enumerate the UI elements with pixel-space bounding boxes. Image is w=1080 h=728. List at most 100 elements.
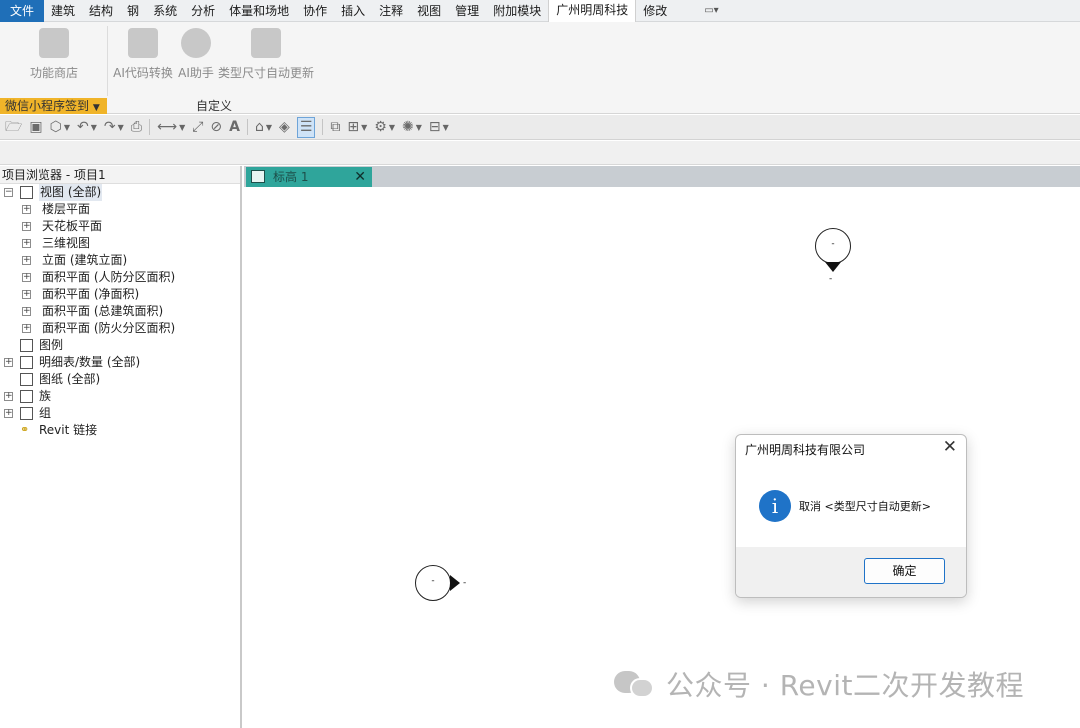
expand-icon[interactable]: + [22,307,31,316]
menu-item-6[interactable]: 体量和场地 [222,0,296,22]
menu-item-13[interactable]: 广州明周科技 [548,0,637,22]
tree-item[interactable]: ⚭ Revit 链接 [0,422,240,439]
expand-icon[interactable]: + [22,222,31,231]
tree-item[interactable]: + 立面 (建筑立面) [0,252,240,269]
views-icon [20,186,33,199]
tree-item[interactable]: + 楼层平面 [0,201,240,218]
chevron-down-icon[interactable]: ▼ [91,123,97,132]
ok-button[interactable]: 确定 [864,558,945,584]
monitor-dropdown-icon[interactable]: ▭▾ [704,5,718,16]
menu-item-1[interactable]: 建筑 [44,0,82,22]
wechat-signin-panel[interactable]: 微信小程序签到 ▼ [0,98,107,114]
gift-box-icon [39,28,69,58]
tree-item[interactable]: + 明细表/数量 (全部) [0,354,240,371]
chevron-down-icon[interactable]: ▼ [361,123,367,132]
open-icon[interactable]: 🗁 [5,115,22,140]
expand-icon[interactable]: + [22,239,31,248]
expand-icon[interactable]: + [22,256,31,265]
3d-view-icon[interactable]: ⌂ [255,115,264,140]
menu-item-7[interactable]: 协作 [296,0,334,22]
tree-item[interactable]: + 组 [0,405,240,422]
menu-item-3[interactable]: 钢 [120,0,146,22]
toolbar-separator [148,119,150,135]
menu-item-5[interactable]: 分析 [184,0,222,22]
render-icon[interactable]: ✺ [402,115,414,140]
menu-item-2[interactable]: 结构 [82,0,120,22]
measure-icon[interactable]: ⟷ [157,115,177,140]
close-icon[interactable]: ✕ [354,167,366,187]
type-size-auto-update-label: 类型尺寸自动更新 [218,66,315,80]
menu-item-9[interactable]: 注释 [372,0,410,22]
message-dialog: 广州明周科技有限公司 ✕ i 取消 <类型尺寸自动更新> 确定 [735,434,967,598]
options-bar [0,141,1080,165]
document-tab-bar: 标高 1 ✕ [244,166,1080,187]
group-icon [20,407,33,420]
tree-item[interactable]: + 面积平面 (净面积) [0,286,240,303]
menu-item-12[interactable]: 附加模块 [486,0,548,22]
section-icon[interactable]: ◈ [279,115,290,140]
chevron-down-icon[interactable]: ▼ [118,123,124,132]
thin-lines-icon[interactable]: ☰ [296,116,316,138]
close-icon[interactable]: ✕ [943,437,957,457]
tab-views-icon[interactable]: ⊟ [429,115,441,140]
tree-item-label: 面积平面 (净面积) [42,287,140,301]
toolbar-separator [247,119,248,135]
watermark: 公众号 · Revit二次开发教程 [614,664,1024,704]
menu-item-11[interactable]: 管理 [448,0,486,22]
collapse-icon[interactable]: − [4,188,13,197]
ribbon-separator [107,26,108,96]
tab-level-1[interactable]: 标高 1 ✕ [246,167,372,187]
level-marker-top[interactable]: - [815,228,851,264]
sheet-icon [20,373,33,386]
tree-item[interactable]: + 面积平面 (总建筑面积) [0,303,240,320]
chevron-down-icon[interactable]: ▼ [266,123,272,132]
ai-assistant-label: AI助手 [178,66,214,80]
redo-icon[interactable]: ↷ [104,115,116,140]
sync-icon[interactable]: ⬡ [50,115,62,140]
dimension-icon[interactable]: ⤢ [192,115,203,140]
level-marker-sublabel: - [829,274,833,284]
expand-icon[interactable]: + [22,290,31,299]
save-icon[interactable]: ▣ [29,115,42,140]
chevron-down-icon[interactable]: ▼ [179,123,185,132]
chevron-down-icon: ▼ [92,103,100,113]
tag-icon[interactable]: ⊘ [210,115,222,140]
expand-icon[interactable]: + [4,392,13,401]
expand-icon[interactable]: + [4,358,13,367]
tree-item[interactable]: 图例 [0,337,240,354]
tree-item[interactable]: + 族 [0,388,240,405]
chevron-down-icon[interactable]: ▼ [416,123,422,132]
expand-icon[interactable]: + [22,273,31,282]
tree-item[interactable]: + 三维视图 [0,235,240,252]
expand-icon[interactable]: + [4,409,13,418]
settings-icon[interactable]: ⚙ [374,115,387,140]
custom-panel-label: 自定义 [196,99,233,113]
menu-item-8[interactable]: 插入 [334,0,372,22]
level-marker-left[interactable]: - [415,565,451,601]
expand-icon[interactable]: + [22,205,31,214]
expand-icon[interactable]: + [22,324,31,333]
close-hidden-icon[interactable]: ⧉ [330,115,340,140]
undo-icon[interactable]: ↶ [77,115,89,140]
menu-item-14[interactable]: 修改 [636,0,674,22]
tree-item[interactable]: 图纸 (全部) [0,371,240,388]
customize-dropdown-icon[interactable]: ▼ [443,123,449,132]
ai-assistant-button[interactable]: AI助手 [177,28,215,81]
menu-item-10[interactable]: 视图 [410,0,448,22]
feature-store-button[interactable]: 功能商店 [28,28,80,81]
tab-level-1-label: 标高 1 [273,170,309,184]
tree-item[interactable]: − 视图 (全部) [0,184,240,201]
ai-code-convert-button[interactable]: AI代码转换 [112,28,174,81]
tree-item[interactable]: + 面积平面 (防火分区面积) [0,320,240,337]
text-icon[interactable]: A [229,115,240,140]
tree-item[interactable]: + 天花板平面 [0,218,240,235]
menu-item-0[interactable]: 文件 [0,0,45,22]
chevron-down-icon[interactable]: ▼ [389,123,395,132]
chevron-down-icon[interactable]: ▼ [64,123,70,132]
tree-item[interactable]: + 面积平面 (人防分区面积) [0,269,240,286]
tree-item-label: 视图 (全部) [39,184,103,201]
type-size-auto-update-button[interactable]: 类型尺寸自动更新 [218,28,314,81]
print-icon[interactable]: ⎙ [131,115,142,140]
menu-item-4[interactable]: 系统 [146,0,184,22]
switch-windows-icon[interactable]: ⊞ [347,115,359,140]
